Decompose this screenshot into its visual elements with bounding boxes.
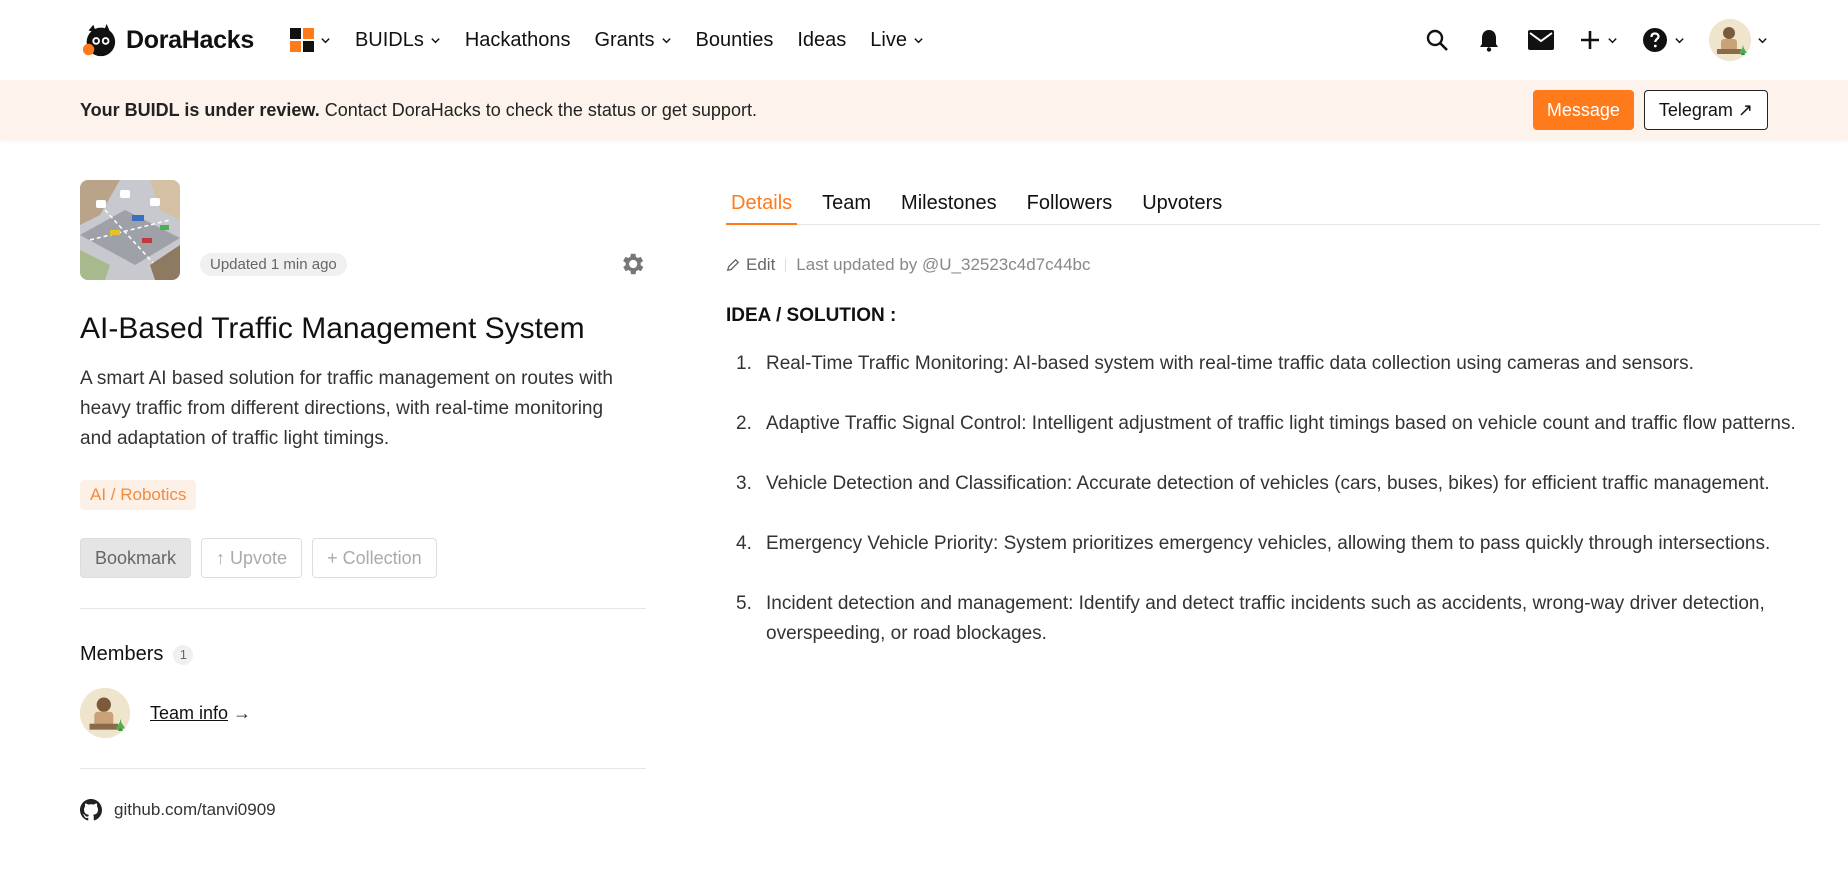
members-heading: Members 1 — [80, 643, 646, 666]
search-icon[interactable] — [1423, 26, 1451, 54]
banner-text: Contact DoraHacks to check the status or… — [324, 99, 757, 120]
chevron-down-icon — [1608, 37, 1617, 43]
bookmark-button[interactable]: Bookmark — [80, 538, 192, 578]
tab-milestones[interactable]: Milestones — [896, 180, 1002, 224]
help-icon — [1643, 28, 1667, 52]
tab-details[interactable]: Details — [726, 180, 798, 225]
avatar — [1709, 19, 1751, 61]
message-button[interactable]: Message — [1532, 90, 1634, 130]
list-text: Adaptive Traffic Signal Control: Intelli… — [766, 413, 1796, 434]
project-sidebar: Updated 1 min ago AI-Based Traffic Manag… — [80, 180, 646, 821]
dorahacks-logo-icon — [82, 23, 116, 57]
plus-icon — [1581, 31, 1599, 49]
tab-followers[interactable]: Followers — [1022, 180, 1118, 224]
updated-badge: Updated 1 min ago — [200, 253, 347, 276]
project-actions: Bookmark ↑ Upvote + Collection — [80, 538, 646, 578]
nav-buidls[interactable]: BUIDLs — [355, 29, 441, 52]
edit-button[interactable]: Edit — [726, 255, 775, 275]
banner-actions: Message Telegram ↗ — [1532, 90, 1768, 130]
nav-ideas[interactable]: Ideas — [797, 29, 846, 52]
nav-grants-label: Grants — [594, 28, 655, 51]
member-row: Team info → — [80, 688, 646, 738]
help-menu[interactable] — [1642, 27, 1685, 53]
arrow-right-icon: → — [233, 702, 252, 723]
list-item: 5. Incident detection and management: Ide… — [726, 589, 1820, 649]
edit-label: Edit — [746, 255, 776, 274]
tab-upvoters[interactable]: Upvoters — [1137, 180, 1227, 224]
nav-live-label: Live — [870, 28, 907, 51]
telegram-button[interactable]: Telegram ↗ — [1643, 90, 1768, 130]
create-menu[interactable] — [1579, 29, 1618, 51]
project-tabs: Details Team Milestones Followers Upvote… — [726, 180, 1820, 225]
list-text: Emergency Vehicle Priority: System prior… — [766, 533, 1771, 554]
nav-actions — [1423, 19, 1768, 61]
members-label: Members — [80, 643, 164, 665]
section-title: IDEA / SOLUTION : — [726, 305, 897, 326]
nav-ideas-label: Ideas — [797, 28, 847, 51]
divider — [80, 608, 646, 609]
category-tag[interactable]: AI / Robotics — [80, 480, 197, 510]
list-number: 4. — [736, 533, 752, 554]
list-number: 1. — [736, 353, 752, 374]
upvote-button[interactable]: ↑ Upvote — [201, 538, 303, 578]
edit-row: Edit Last updated by @U_32523c4d7c44bc — [726, 255, 1820, 275]
bell-icon[interactable] — [1475, 26, 1503, 54]
review-banner: Your BUIDL is under review. Contact Dora… — [0, 80, 1848, 140]
brand-name: DoraHacks — [126, 25, 254, 54]
list-text: Incident detection and management: Ident… — [766, 593, 1765, 644]
divider — [80, 768, 646, 769]
project-thumbnail — [80, 180, 180, 280]
list-text: Real-Time Traffic Monitoring: AI-based s… — [766, 353, 1694, 374]
mail-icon[interactable] — [1527, 26, 1555, 54]
brand-logo[interactable]: DoraHacks — [80, 21, 254, 59]
nav-buidls-label: BUIDLs — [354, 28, 424, 51]
details-panel: Details Team Milestones Followers Upvote… — [726, 180, 1820, 679]
members-count-badge: 1 — [173, 644, 194, 665]
team-info-label: Team info — [150, 702, 229, 723]
chevron-down-icon — [661, 37, 671, 43]
chevron-down-icon — [1758, 37, 1767, 43]
list-item: 1. Real-Time Traffic Monitoring: AI-based… — [726, 349, 1820, 379]
nav-hackathons-label: Hackathons — [464, 28, 571, 51]
apps-menu[interactable] — [289, 28, 331, 52]
tab-team[interactable]: Team — [817, 180, 876, 224]
banner-bold-text: Your BUIDL is under review. — [80, 99, 320, 120]
chevron-down-icon — [1675, 37, 1684, 43]
chevron-down-icon — [321, 37, 330, 43]
github-link[interactable]: github.com/tanvi0909 — [80, 799, 646, 821]
nav-bounties[interactable]: Bounties — [696, 29, 774, 52]
chevron-down-icon — [431, 37, 440, 43]
nav-grants[interactable]: Grants — [594, 29, 671, 52]
last-updated-text: Last updated by @U_32523c4d7c44bc — [796, 255, 1091, 274]
list-number: 3. — [736, 473, 752, 494]
github-icon — [80, 799, 102, 821]
list-number: 5. — [736, 593, 752, 614]
project-description: A smart AI based solution for traffic ma… — [80, 368, 613, 449]
user-menu[interactable] — [1709, 19, 1768, 61]
list-item: 3. Vehicle Detection and Classification: … — [726, 469, 1820, 499]
add-collection-button[interactable]: + Collection — [312, 538, 437, 578]
chevron-down-icon — [914, 37, 923, 43]
solution-list: 1. Real-Time Traffic Monitoring: AI-based… — [726, 349, 1820, 649]
nav-bounties-label: Bounties — [695, 28, 774, 51]
main-nav: BUIDLs Hackathons Grants Bounties Ideas … — [289, 28, 924, 52]
gear-icon[interactable] — [618, 250, 646, 278]
avatar[interactable] — [80, 688, 130, 738]
list-number: 2. — [736, 413, 752, 434]
apps-grid-icon — [289, 28, 314, 52]
list-item: 4. Emergency Vehicle Priority: System pri… — [726, 529, 1820, 559]
list-item: 2. Adaptive Traffic Signal Control: Intel… — [726, 409, 1820, 439]
project-title: AI-Based Traffic Management System — [80, 312, 585, 345]
nav-hackathons[interactable]: Hackathons — [465, 29, 571, 52]
separator — [785, 258, 787, 272]
github-url: github.com/tanvi0909 — [114, 800, 276, 819]
team-info-link[interactable]: Team info → — [150, 703, 251, 724]
list-text: Vehicle Detection and Classification: Ac… — [766, 473, 1770, 494]
top-navbar: DoraHacks BUIDLs Hackathons Grants Bount… — [0, 0, 1848, 80]
pencil-icon — [726, 258, 740, 272]
nav-live[interactable]: Live — [870, 29, 924, 52]
